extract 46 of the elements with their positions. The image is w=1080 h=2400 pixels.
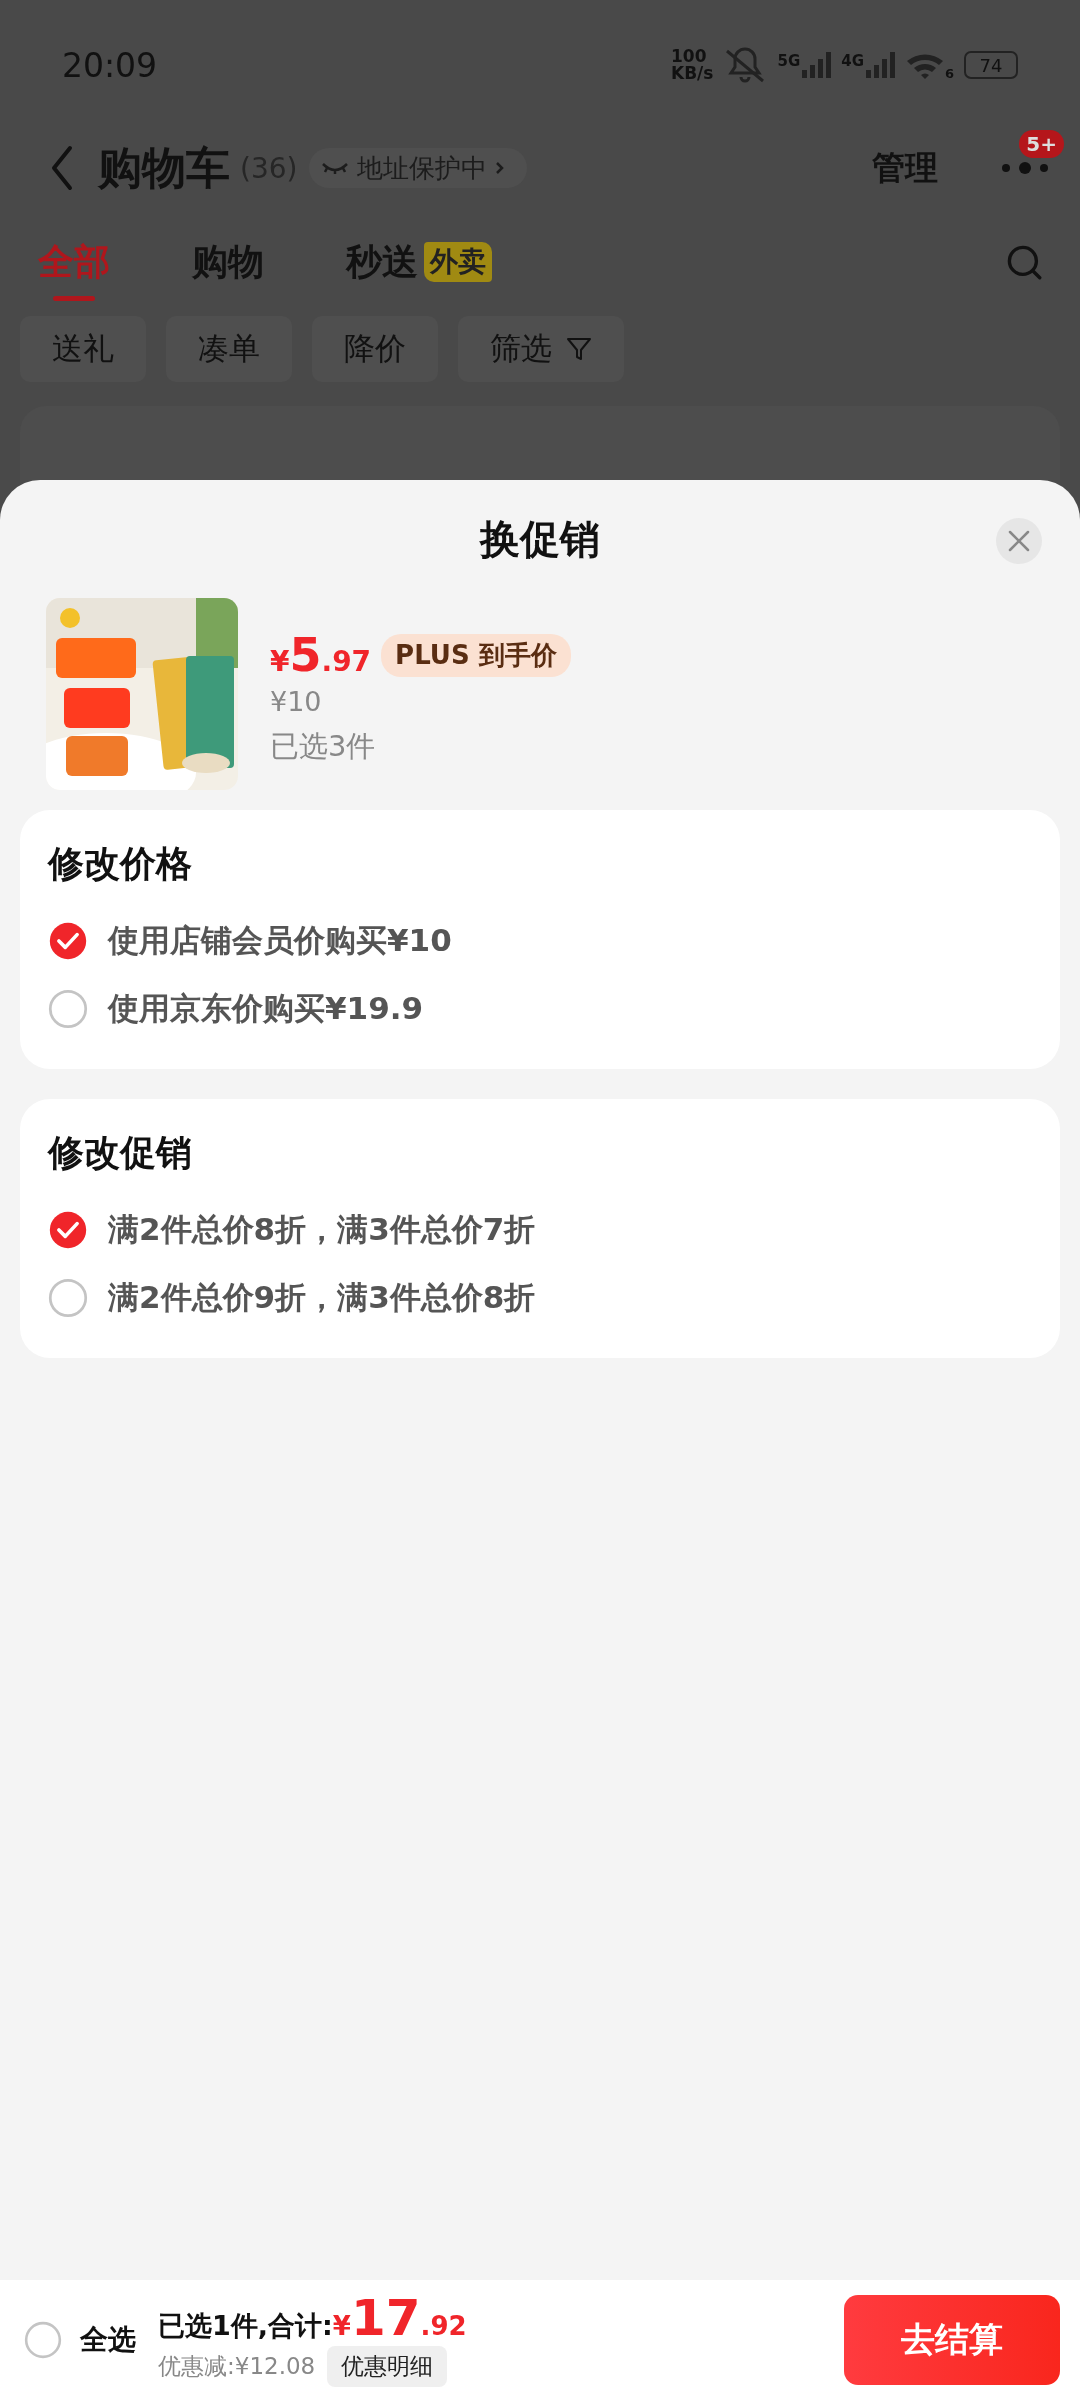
filter-chip[interactable]: 凑单 [166, 316, 292, 382]
network-speed: 100 [671, 48, 708, 65]
radio-button[interactable] [48, 1210, 88, 1250]
plus-price-tag: PLUS 到手价 [381, 633, 571, 677]
signal-icon [865, 52, 895, 78]
total-price: ¥17.92 [332, 2293, 467, 2343]
select-all-checkbox[interactable] [24, 2321, 62, 2359]
tab[interactable]: 购物 [192, 231, 264, 301]
search-icon[interactable] [1006, 244, 1042, 280]
radio-button[interactable] [48, 921, 88, 961]
status-time: 20:09 [62, 45, 158, 85]
battery-level: 74 [964, 51, 1018, 79]
chevron-right-icon [495, 161, 506, 175]
select-all-label[interactable]: 全选 [80, 2321, 136, 2359]
option-label[interactable]: 使用京东价购买¥19.9 [108, 988, 424, 1030]
network-type: 5G [777, 52, 801, 70]
close-button[interactable] [996, 518, 1042, 564]
funnel-icon [566, 337, 592, 361]
filter-chip[interactable]: 降价 [312, 316, 438, 382]
sheet-title: 换促销 [480, 514, 600, 564]
original-price: ¥10 [270, 686, 323, 717]
speed-unit: KB/s [671, 65, 714, 82]
checkout-button[interactable]: 去结算 [844, 2295, 1060, 2385]
tab[interactable]: 秒送 外卖 [346, 231, 492, 301]
selected-quantity: 已选3件 [270, 728, 377, 765]
manage-button[interactable]: 管理 [866, 144, 944, 192]
network-type: 4G [841, 52, 864, 70]
section-title: 修改促销 [48, 1131, 193, 1175]
option-label[interactable]: 满2件总价9折，满3件总价8折 [108, 1277, 536, 1319]
wifi-label: 6 [944, 66, 954, 81]
option-label[interactable]: 使用店铺会员价购买¥10 [108, 920, 452, 962]
discount-detail-button[interactable]: 优惠明细 [327, 2346, 448, 2387]
filter-chip[interactable]: 送礼 [20, 316, 146, 382]
option-label[interactable]: 满2件总价8折，满3件总价7折 [108, 1209, 536, 1251]
page-title: 购物车 [98, 140, 230, 195]
signal-icon [802, 52, 832, 78]
radio-button[interactable] [48, 989, 88, 1029]
discount-amount: 优惠减:¥12.08 [158, 2352, 316, 2381]
total-label: 已选1件,合计: [158, 2309, 333, 2343]
section-title: 修改价格 [48, 842, 193, 886]
delivery-tag: 外卖 [424, 242, 492, 282]
close-icon [1008, 530, 1030, 552]
filter-button[interactable]: 筛选 [458, 316, 624, 382]
notification-badge: 5+ [1019, 130, 1064, 158]
price: ¥5.97 [270, 628, 372, 682]
radio-button[interactable] [48, 1278, 88, 1318]
